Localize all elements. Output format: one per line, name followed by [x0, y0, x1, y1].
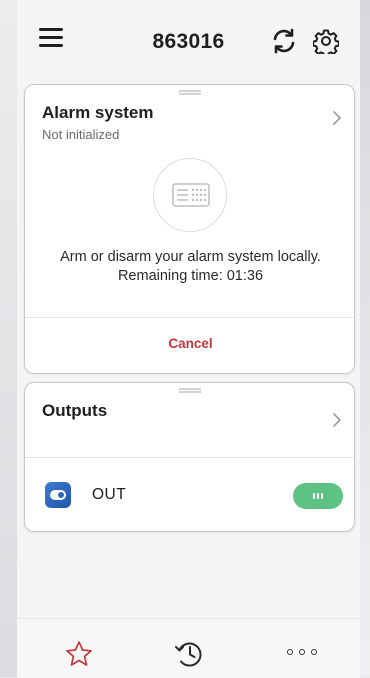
alarm-card-title: Alarm system [42, 103, 154, 122]
drag-handle[interactable] [179, 90, 201, 95]
more-icon[interactable] [285, 649, 319, 659]
keypad-icon [153, 158, 227, 232]
alarm-status: Not initialized [42, 127, 120, 142]
background-edge-right [360, 0, 370, 677]
card-divider [25, 317, 354, 318]
cancel-button[interactable]: Cancel [25, 332, 356, 356]
refresh-icon[interactable] [270, 27, 298, 55]
background-edge-left [0, 0, 17, 677]
drag-handle[interactable] [179, 388, 201, 393]
output-label: OUT [92, 486, 127, 503]
device-title: 863016 [152, 30, 225, 53]
output-switch[interactable] [293, 483, 343, 509]
chevron-right-icon[interactable] [331, 109, 343, 127]
history-icon[interactable] [173, 638, 205, 670]
top-bar: 863016 [17, 0, 360, 78]
output-row[interactable]: OUT [25, 458, 354, 532]
alarm-message-line1: Arm or disarm your alarm system locally. [60, 249, 321, 265]
app-screen: 863016 Alarm system Not initialized Arm … [17, 0, 360, 678]
outputs-card[interactable]: Outputs OUT [24, 382, 355, 532]
gear-icon[interactable] [312, 28, 340, 58]
alarm-system-card[interactable]: Alarm system Not initialized Arm or disa… [24, 84, 355, 374]
output-toggle-icon [45, 482, 71, 508]
bottom-nav [17, 618, 360, 678]
alarm-message: Arm or disarm your alarm system locally.… [25, 248, 356, 286]
hamburger-menu-icon[interactable] [39, 28, 67, 52]
star-icon[interactable] [64, 639, 94, 669]
chevron-right-icon[interactable] [331, 411, 343, 429]
outputs-card-title: Outputs [42, 401, 108, 420]
remaining-time: Remaining time: 01:36 [117, 268, 264, 284]
